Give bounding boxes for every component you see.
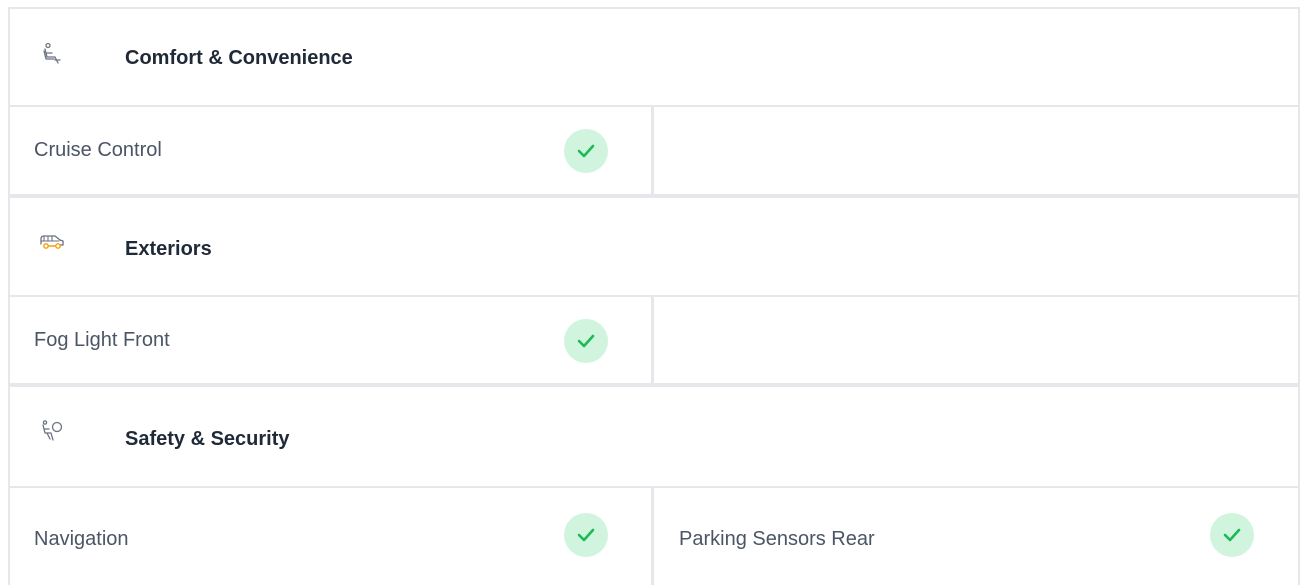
section-title: Exteriors: [125, 238, 212, 260]
check-icon: [1210, 513, 1254, 557]
feature-label: Cruise Control: [34, 139, 162, 161]
feature-label: Parking Sensors Rear: [679, 528, 875, 550]
check-icon: [564, 319, 608, 363]
check-icon: [564, 129, 608, 173]
section-header-comfort: Comfort & Convenience: [10, 9, 1298, 105]
feature-cell: Fog Light Front: [10, 297, 651, 383]
feature-cell: Parking Sensors Rear: [654, 488, 1298, 585]
column-divider: [651, 297, 654, 383]
section-title: Safety & Security: [125, 428, 290, 450]
feature-label: Fog Light Front: [34, 328, 170, 351]
feature-label: Navigation: [34, 528, 129, 550]
feature-cell: Cruise Control: [10, 107, 651, 194]
section-header-safety: Safety & Security: [10, 387, 1298, 486]
feature-cell: Navigation: [10, 488, 651, 585]
section-header-exteriors: Exteriors: [10, 198, 1298, 295]
features-table: Comfort & Convenience Cruise Control Ext…: [0, 0, 1302, 585]
airbag-icon: [39, 420, 65, 444]
check-icon: [564, 513, 608, 557]
car-icon: [39, 230, 65, 254]
column-divider: [651, 107, 654, 194]
section-title: Comfort & Convenience: [125, 47, 353, 69]
seat-icon: [39, 42, 65, 66]
